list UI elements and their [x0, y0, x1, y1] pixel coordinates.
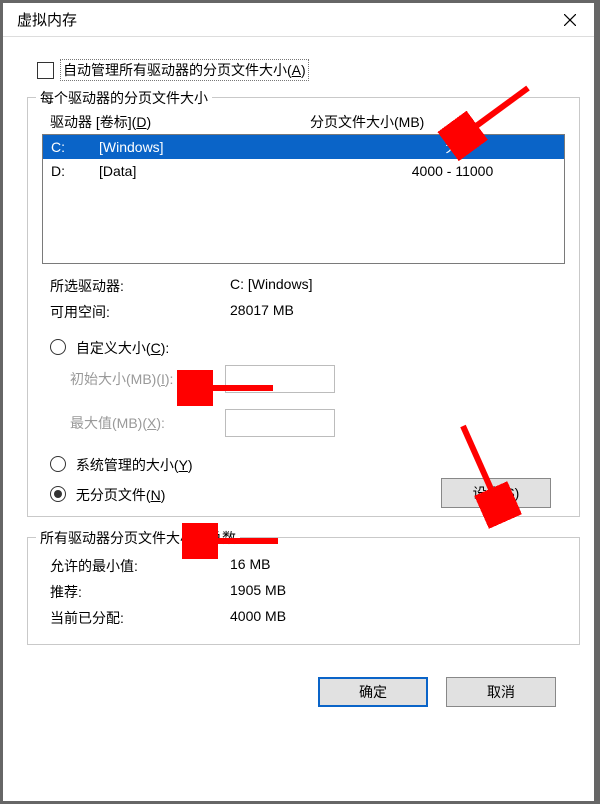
per-drive-legend: 每个驱动器的分页文件大小: [36, 88, 212, 108]
no-paging-radio[interactable]: [50, 486, 66, 502]
totals-legend: 所有驱动器分页文件大小的总数: [36, 528, 240, 548]
per-drive-group: 每个驱动器的分页文件大小 驱动器 [卷标](D) 分页文件大小(MB) C: […: [27, 97, 580, 517]
cur-value: 4000 MB: [230, 608, 286, 628]
custom-size-option[interactable]: 自定义大小(C):: [42, 334, 565, 361]
drive-letter: D:: [51, 163, 99, 179]
initial-size-label: 初始大小(MB)(I):: [70, 369, 225, 389]
system-managed-radio[interactable]: [50, 456, 66, 472]
cur-label: 当前已分配:: [50, 608, 230, 628]
window-title: 虚拟内存: [17, 9, 77, 30]
auto-manage-label: 自动管理所有驱动器的分页文件大小(A): [60, 59, 309, 81]
set-button[interactable]: 设置(S): [441, 478, 551, 508]
min-label: 允许的最小值:: [50, 556, 230, 576]
custom-size-radio[interactable]: [50, 339, 66, 355]
system-managed-option[interactable]: 系统管理的大小(Y): [42, 451, 565, 478]
close-button[interactable]: [546, 3, 594, 37]
no-paging-option[interactable]: 无分页文件(N): [42, 481, 165, 508]
drive-list[interactable]: C: [Windows] 无 D: [Data] 4000 - 11000: [42, 134, 565, 264]
drive-size: 无: [309, 137, 556, 157]
drive-row[interactable]: D: [Data] 4000 - 11000: [43, 159, 564, 183]
rec-label: 推荐:: [50, 582, 230, 602]
drive-label: [Data]: [99, 163, 309, 179]
totals-group: 所有驱动器分页文件大小的总数 允许的最小值:16 MB 推荐:1905 MB 当…: [27, 537, 580, 645]
auto-manage-row[interactable]: 自动管理所有驱动器的分页文件大小(A): [37, 59, 580, 81]
drive-row[interactable]: C: [Windows] 无: [43, 135, 564, 159]
dialog-window: 虚拟内存 自动管理所有驱动器的分页文件大小(A) 每个驱动器的分页文件大小 驱动…: [2, 2, 595, 802]
titlebar: 虚拟内存: [3, 3, 594, 37]
no-paging-label: 无分页文件(N): [76, 487, 165, 503]
cancel-button[interactable]: 取消: [446, 677, 556, 707]
ok-button[interactable]: 确定: [318, 677, 428, 707]
system-managed-label: 系统管理的大小(Y): [76, 457, 193, 473]
selected-drive-value: C: [Windows]: [230, 276, 312, 296]
max-size-input[interactable]: [225, 409, 335, 437]
drive-letter: C:: [51, 139, 99, 155]
drive-label: [Windows]: [99, 139, 309, 155]
max-size-label: 最大值(MB)(X):: [70, 413, 225, 433]
drive-header: 驱动器 [卷标](D): [50, 112, 310, 132]
custom-size-label: 自定义大小(C):: [76, 340, 169, 356]
drive-size: 4000 - 11000: [309, 163, 556, 179]
close-icon: [564, 14, 576, 26]
rec-value: 1905 MB: [230, 582, 286, 602]
selected-drive-label: 所选驱动器:: [50, 276, 230, 296]
initial-size-input[interactable]: [225, 365, 335, 393]
free-space-value: 28017 MB: [230, 302, 294, 322]
min-value: 16 MB: [230, 556, 270, 576]
dialog-buttons: 确定 取消: [27, 645, 580, 729]
size-header: 分页文件大小(MB): [310, 112, 424, 132]
free-space-label: 可用空间:: [50, 302, 230, 322]
auto-manage-checkbox[interactable]: [37, 62, 54, 79]
